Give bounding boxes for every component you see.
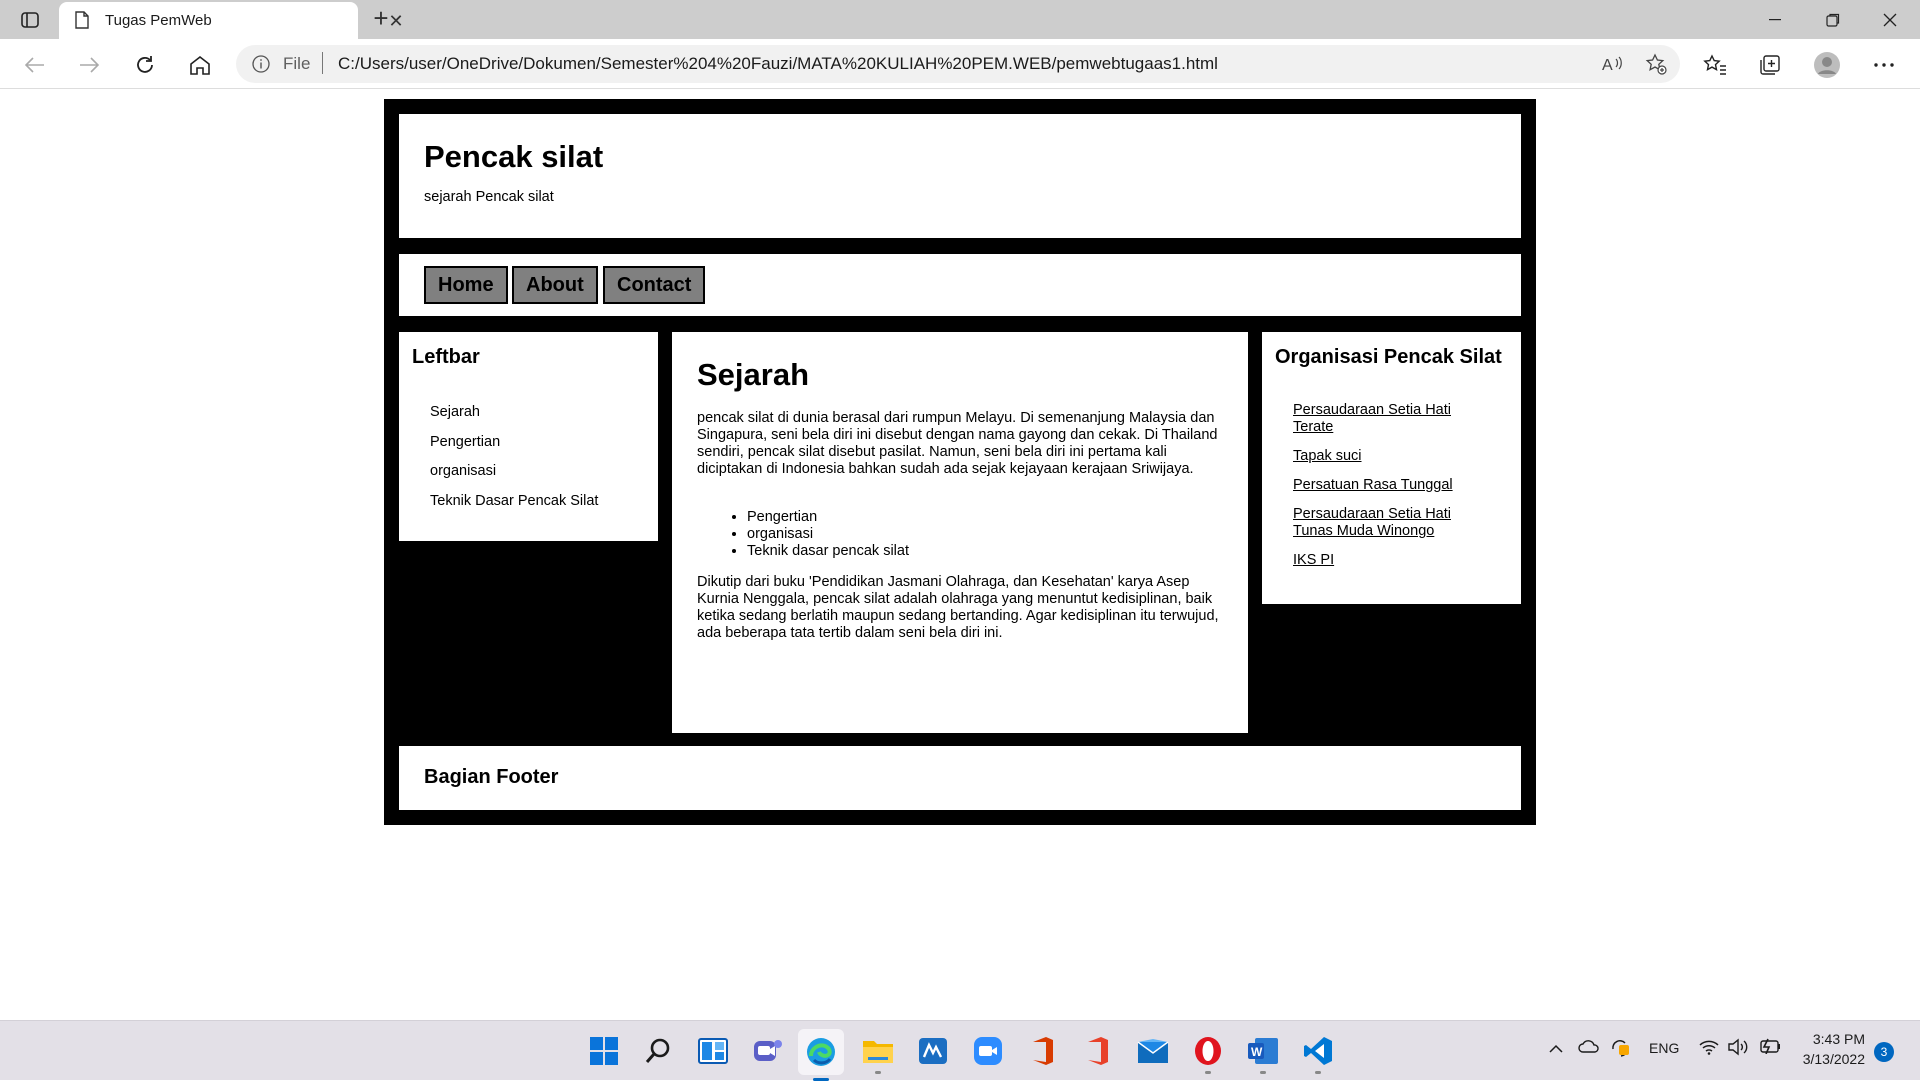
widgets-icon[interactable]	[696, 1034, 730, 1068]
rightbar-heading: Organisasi Pencak Silat	[1275, 346, 1502, 368]
start-icon[interactable]	[587, 1034, 621, 1068]
running-indicator	[875, 1071, 881, 1074]
collections-icon[interactable]	[1755, 50, 1785, 80]
url-text[interactable]: C:/Users/user/OneDrive/Dokumen/Semester%…	[338, 54, 1218, 74]
system-clock[interactable]: 3:43 PM 3/13/2022	[1793, 1029, 1865, 1069]
link-persatuan-rasa-tunggal[interactable]: Persatuan Rasa Tunggal	[1293, 477, 1493, 494]
profile-avatar-icon[interactable]	[1812, 50, 1842, 80]
page-title: Pencak silat	[424, 139, 604, 174]
svg-text:A: A	[1602, 57, 1613, 73]
edge-icon[interactable]	[798, 1029, 844, 1081]
opera-icon[interactable]	[1191, 1034, 1225, 1074]
clock-time: 3:43 PM	[1812, 1031, 1865, 1047]
restore-icon[interactable]	[1805, 0, 1861, 39]
left-sidebar: Leftbar Sejarah Pengertian organisasi Te…	[399, 332, 658, 541]
main-heading: Sejarah	[697, 357, 810, 392]
list-item: Teknik dasar pencak silat	[747, 543, 909, 560]
minimize-icon[interactable]	[1747, 0, 1803, 39]
refresh-icon[interactable]	[130, 50, 160, 80]
notification-badge[interactable]: 3	[1874, 1042, 1894, 1062]
office-icon[interactable]	[1026, 1034, 1060, 1068]
address-toolbar: File C:/Users/user/OneDrive/Dokumen/Seme…	[0, 39, 1920, 89]
page-footer: Bagian Footer	[399, 746, 1521, 810]
home-icon[interactable]	[185, 50, 215, 80]
url-separator	[322, 52, 323, 74]
link-psh-terate[interactable]: Persaudaraan Setia Hati Terate	[1293, 402, 1493, 436]
list-item: organisasi	[747, 526, 909, 543]
windows-taskbar: W ENG 3:43 PM 3/13/2022 3	[0, 1020, 1920, 1081]
clock-date: 3/13/2022	[1802, 1051, 1865, 1067]
nav-about-button[interactable]: About	[512, 266, 598, 304]
mail-icon[interactable]	[1136, 1034, 1170, 1068]
vscode-icon[interactable]	[1301, 1034, 1335, 1074]
file-explorer-icon[interactable]	[861, 1034, 895, 1074]
right-sidebar: Organisasi Pencak Silat Persaudaraan Set…	[1262, 332, 1521, 604]
nav-home-button[interactable]: Home	[424, 266, 508, 304]
main-content: Sejarah pencak silat di dunia berasal da…	[672, 332, 1248, 733]
main-paragraph-2: Dikutip dari buku 'Pendidikan Jasmani Ol…	[697, 574, 1219, 641]
language-indicator[interactable]: ENG	[1649, 1040, 1679, 1056]
main-bullet-list: Pengertian organisasi Teknik dasar penca…	[747, 509, 909, 560]
web-page-viewport: Pencak silat sejarah Pencak silat Home A…	[0, 90, 1920, 1020]
page-container: Pencak silat sejarah Pencak silat Home A…	[384, 99, 1536, 825]
leftbar-item-pengertian: Pengertian	[430, 433, 501, 450]
browser-tab[interactable]: Tugas PemWeb ✕	[59, 2, 404, 39]
volume-icon[interactable]	[1727, 1038, 1749, 1059]
tab-strip: Tugas PemWeb ✕ +	[0, 0, 1920, 39]
sync-warning-icon[interactable]	[1609, 1037, 1631, 1060]
page-header: Pencak silat sejarah Pencak silat	[399, 114, 1521, 238]
wifi-icon[interactable]	[1699, 1039, 1719, 1058]
tab-title: Tugas PemWeb	[105, 12, 212, 29]
rightbar-link-list: Persaudaraan Setia Hati Terate Tapak suc…	[1293, 402, 1493, 581]
page-icon	[75, 11, 91, 31]
new-tab-icon[interactable]: +	[367, 5, 395, 33]
footer-heading: Bagian Footer	[424, 766, 559, 788]
back-icon[interactable]	[20, 50, 50, 80]
favorites-icon[interactable]	[1700, 50, 1730, 80]
whiteboard-icon[interactable]	[916, 1034, 950, 1068]
link-psh-tunas-muda-winongo[interactable]: Persaudaraan Setia Hati Tunas Muda Winon…	[1293, 506, 1493, 540]
zoom-icon[interactable]	[971, 1034, 1005, 1068]
info-icon[interactable]	[252, 55, 270, 73]
address-bar[interactable]: File C:/Users/user/OneDrive/Dokumen/Seme…	[236, 45, 1680, 83]
url-scheme-label: File	[283, 54, 311, 73]
nav-bar: Home About Contact	[399, 254, 1521, 316]
show-hidden-icons-icon[interactable]	[1549, 1041, 1563, 1057]
close-window-icon[interactable]	[1862, 0, 1918, 39]
add-favorite-icon[interactable]	[1644, 52, 1668, 76]
onedrive-icon[interactable]	[1578, 1039, 1600, 1056]
leftbar-item-sejarah: Sejarah	[430, 404, 480, 420]
more-options-icon[interactable]	[1869, 50, 1899, 80]
leftbar-item-organisasi: organisasi	[430, 463, 497, 479]
list-item: Pengertian	[747, 509, 909, 526]
word-icon[interactable]: W	[1246, 1034, 1280, 1074]
office-icon-2[interactable]	[1081, 1034, 1115, 1068]
running-indicator	[1260, 1071, 1266, 1074]
battery-icon[interactable]	[1758, 1038, 1782, 1057]
leftbar-heading: Leftbar	[412, 346, 480, 368]
search-icon[interactable]	[641, 1034, 675, 1068]
svg-text:W: W	[1251, 1045, 1263, 1059]
link-iks-pi[interactable]: IKS PI	[1293, 552, 1493, 569]
main-paragraph-1: pencak silat di dunia berasal dari rumpu…	[697, 410, 1218, 477]
link-tapak-suci[interactable]: Tapak suci	[1293, 448, 1493, 465]
read-aloud-icon[interactable]: A	[1600, 52, 1624, 76]
nav-contact-button[interactable]: Contact	[603, 266, 706, 304]
leftbar-item-teknik: Teknik Dasar Pencak Silat	[430, 492, 599, 509]
forward-icon[interactable]	[74, 50, 104, 80]
page-subtitle: sejarah Pencak silat	[424, 189, 554, 205]
tab-actions-icon[interactable]	[16, 8, 44, 32]
leftbar-list: Sejarah Pengertian organisasi Teknik Das…	[430, 402, 598, 520]
running-indicator	[1205, 1071, 1211, 1074]
teams-icon[interactable]	[751, 1034, 785, 1068]
running-indicator	[1315, 1071, 1321, 1074]
